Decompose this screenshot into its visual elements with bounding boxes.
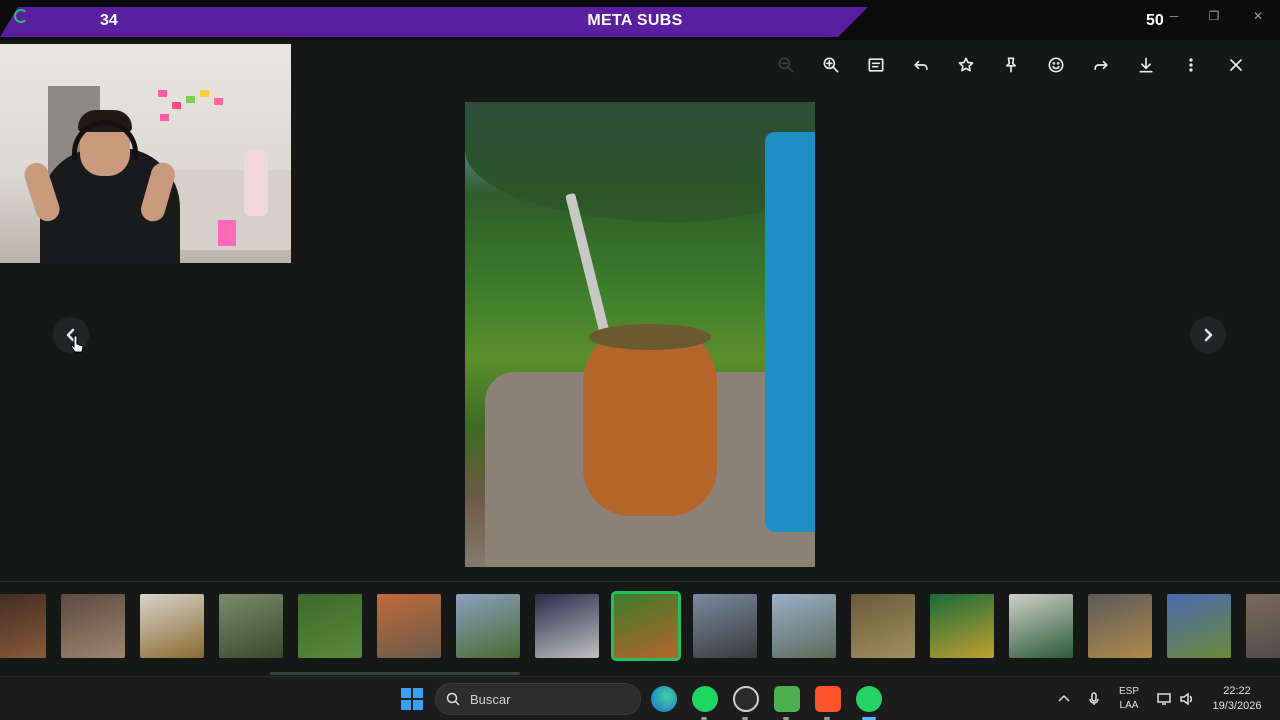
thumb-12[interactable] [851, 594, 915, 658]
thumbnail-strip [0, 591, 1280, 661]
spotify-icon[interactable] [692, 686, 718, 712]
chevron-up-icon[interactable] [1056, 691, 1072, 707]
star-icon [958, 57, 973, 72]
thumb-13[interactable] [930, 594, 994, 658]
sticky-note [200, 90, 209, 97]
star-button[interactable] [943, 50, 988, 80]
thumb-11[interactable] [772, 594, 836, 658]
go-to-message-button[interactable] [853, 50, 898, 80]
close-icon [1229, 59, 1242, 71]
thumb-5[interactable] [298, 594, 362, 658]
strip-divider [0, 581, 1280, 582]
zoom-in-icon [823, 57, 838, 73]
volume-icon[interactable] [1179, 691, 1195, 707]
thumb-4[interactable] [219, 594, 283, 658]
sticky-note [160, 114, 169, 121]
thumb-15[interactable] [1088, 594, 1152, 658]
keyboard-language[interactable]: ESP [1116, 686, 1142, 697]
window-close-icon[interactable]: ✕ [1250, 8, 1266, 24]
thumb-14[interactable] [1009, 594, 1073, 658]
search-icon [446, 692, 460, 706]
photo-mate-gourd [583, 326, 717, 516]
search-placeholder: Buscar [470, 692, 511, 707]
android-app-icon[interactable] [774, 686, 800, 712]
more-vertical-icon [1188, 58, 1193, 72]
thumb-16[interactable] [1167, 594, 1231, 658]
windows-logo-tile [413, 688, 423, 698]
sticky-note [186, 96, 195, 103]
clock-date[interactable]: 19/3/2026 [1204, 700, 1270, 712]
sticky-note [158, 90, 167, 97]
sub-current-count: 34 [100, 12, 118, 29]
sub-goal-title: META SUBS [587, 12, 683, 29]
start-button[interactable] [401, 688, 423, 710]
emoji-icon [1048, 57, 1063, 73]
chevron-right-icon [1204, 328, 1213, 342]
sub-goal-count: 50 [1146, 12, 1164, 29]
sticky-note [214, 98, 223, 105]
thermos-bottle [244, 150, 268, 216]
clock-time[interactable]: 22:22 [1204, 685, 1270, 697]
thumb-8[interactable] [535, 594, 599, 658]
download-icon [1138, 57, 1153, 73]
windows-logo-tile [401, 700, 411, 710]
more-options-button[interactable] [1168, 50, 1213, 80]
zoom-out-button [763, 50, 808, 80]
progress-ring-icon [14, 9, 28, 23]
photo-trees [465, 102, 815, 222]
media-toolbar [763, 50, 1258, 80]
strip-scrollbar[interactable] [270, 672, 520, 675]
zoom-in-button[interactable] [808, 50, 853, 80]
download-button[interactable] [1123, 50, 1168, 80]
restore-icon[interactable]: ❐ [1206, 8, 1222, 24]
webcam-overlay [0, 44, 291, 263]
forward-button[interactable] [1078, 50, 1123, 80]
thumb-7[interactable] [456, 594, 520, 658]
keyboard-layout[interactable]: LAA [1116, 700, 1142, 711]
pin-button[interactable] [988, 50, 1033, 80]
pin-icon [1005, 57, 1016, 73]
thumb-6[interactable] [377, 594, 441, 658]
forward-icon [1093, 60, 1108, 70]
message-icon [868, 58, 883, 72]
thumb-2[interactable] [61, 594, 125, 658]
reply-button[interactable] [898, 50, 943, 80]
reply-icon [913, 60, 928, 70]
thumb-1[interactable] [0, 594, 46, 658]
windows-logo-icon [401, 688, 411, 698]
microphone-icon[interactable] [1086, 691, 1102, 707]
media-image[interactable] [465, 102, 815, 567]
photo-thermos [765, 132, 815, 532]
next-media-button[interactable] [1190, 317, 1226, 353]
sticky-note [218, 220, 236, 246]
sticky-note [172, 102, 181, 109]
windows-taskbar: Buscar ESP LAA 22:22 19/3/2026 [0, 676, 1280, 720]
obs-icon[interactable] [733, 686, 759, 712]
hand-cursor-icon [70, 335, 84, 353]
whatsapp-media-viewer: 34 META SUBS 50 ─ ❐ ✕ Buscar ESP LAA 22:… [0, 0, 1280, 720]
taskbar-search[interactable]: Buscar [435, 683, 641, 715]
minimize-icon[interactable]: ─ [1166, 8, 1182, 24]
close-viewer-button[interactable] [1213, 50, 1258, 80]
zoom-out-icon [778, 57, 793, 73]
sub-goal-banner [0, 7, 868, 37]
thumb-9[interactable] [611, 591, 681, 661]
react-button[interactable] [1033, 50, 1078, 80]
thumb-10[interactable] [693, 594, 757, 658]
thumb-3[interactable] [140, 594, 204, 658]
windows-logo-tile [413, 700, 423, 710]
thumb-17[interactable] [1246, 594, 1280, 658]
stream-overlay-bar: 34 META SUBS 50 ─ ❐ ✕ [0, 0, 1280, 40]
network-icon[interactable] [1156, 691, 1172, 707]
brave-icon[interactable] [815, 686, 841, 712]
photo-yerba [589, 324, 711, 350]
edge-icon[interactable] [651, 686, 677, 712]
whatsapp-icon[interactable] [856, 686, 882, 712]
